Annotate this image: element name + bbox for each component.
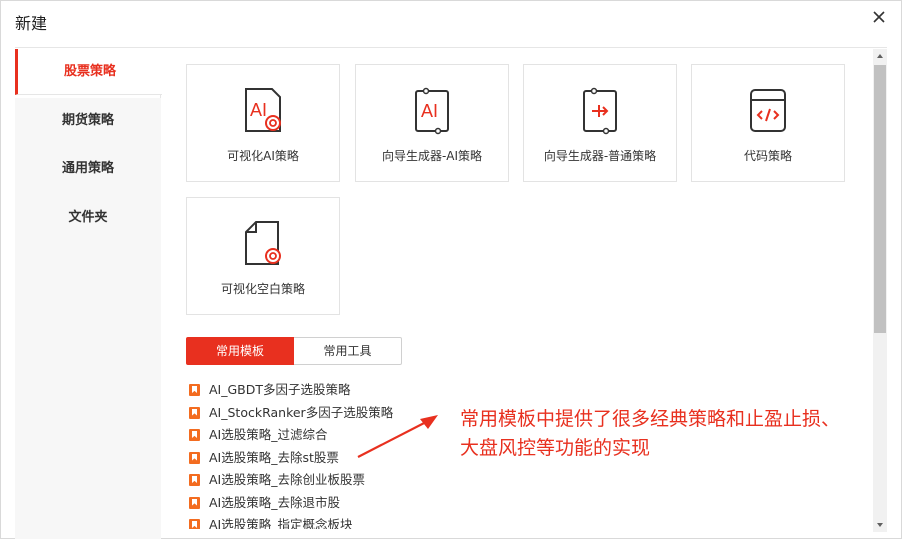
- scroll-down-icon[interactable]: [873, 518, 887, 532]
- svg-text:AI: AI: [250, 100, 267, 120]
- sidebar-item-folder[interactable]: 文件夹: [15, 195, 161, 241]
- card-label: 向导生成器-AI策略: [381, 149, 483, 163]
- annotation-arrow: [357, 415, 438, 458]
- visual-blank-icon: [245, 221, 281, 265]
- list-item[interactable]: AI_GBDT多因子选股策略: [189, 379, 449, 402]
- card-label: 可视化AI策略: [227, 149, 299, 163]
- list-item[interactable]: AI选股策略_指定概念板块: [189, 514, 449, 529]
- sidebar-item-stock-strategy[interactable]: 股票策略: [15, 49, 162, 95]
- template-label: AI选股策略_过滤综合: [209, 427, 328, 442]
- new-strategy-dialog: 新建 股票策略 期货策略 通用策略 文件夹 AI 可视化AI策略 AI 向导生成…: [0, 0, 902, 539]
- annotation-text: 常用模板中提供了很多经典策略和止盈止损、 大盘风控等功能的实现: [460, 405, 880, 463]
- card-visual-blank-strategy[interactable]: 可视化空白策略: [186, 197, 340, 315]
- dialog-title: 新建: [15, 14, 48, 33]
- card-label: 向导生成器-普通策略: [543, 149, 657, 163]
- close-icon: [873, 11, 885, 23]
- card-visual-ai-strategy[interactable]: AI 可视化AI策略: [186, 64, 340, 182]
- visual-ai-icon: AI: [245, 88, 281, 132]
- template-label: AI_GBDT多因子选股策略: [209, 382, 351, 397]
- template-label: AI选股策略_指定概念板块: [209, 517, 353, 529]
- bookmark-icon: [189, 429, 200, 441]
- bookmark-icon: [189, 519, 200, 529]
- list-item[interactable]: AI选股策略_去除创业板股票: [189, 469, 449, 492]
- code-icon: [750, 89, 786, 132]
- tab-common-tools[interactable]: 常用工具: [294, 337, 402, 365]
- close-button[interactable]: [871, 9, 887, 25]
- card-label: 可视化空白策略: [220, 282, 305, 296]
- sidebar-item-general-strategy[interactable]: 通用策略: [15, 146, 161, 192]
- template-label: AI选股策略_去除创业板股票: [209, 472, 365, 487]
- vertical-scrollbar[interactable]: [873, 49, 887, 532]
- card-code-strategy[interactable]: 代码策略: [691, 64, 845, 182]
- category-sidebar: 股票策略 期货策略 通用策略 文件夹: [15, 49, 162, 539]
- bookmark-icon: [189, 384, 200, 396]
- list-item[interactable]: AI选股策略_去除退市股: [189, 492, 449, 515]
- scrollbar-thumb[interactable]: [874, 65, 886, 333]
- wizard-ai-icon: AI: [415, 87, 449, 135]
- scroll-up-icon[interactable]: [873, 49, 887, 63]
- card-label: 代码策略: [743, 149, 792, 163]
- bookmark-icon: [189, 496, 200, 509]
- bookmark-icon: [189, 406, 200, 419]
- annotation-line-1: 常用模板中提供了很多经典策略和止盈止损、: [460, 408, 841, 430]
- header-divider: [15, 47, 887, 48]
- bookmark-icon: [189, 451, 200, 464]
- bookmark-icon: [189, 474, 200, 486]
- wizard-normal-icon: [583, 87, 617, 135]
- template-label: AI选股策略_去除退市股: [209, 494, 340, 510]
- svg-text:AI: AI: [421, 101, 438, 121]
- card-wizard-normal-strategy[interactable]: 向导生成器-普通策略: [523, 64, 677, 182]
- card-wizard-ai-strategy[interactable]: AI 向导生成器-AI策略: [355, 64, 509, 182]
- template-label: AI选股策略_去除st股票: [209, 449, 339, 465]
- tab-common-templates[interactable]: 常用模板: [186, 337, 294, 365]
- sidebar-item-futures-strategy[interactable]: 期货策略: [15, 98, 161, 144]
- annotation-line-2: 大盘风控等功能的实现: [460, 437, 651, 459]
